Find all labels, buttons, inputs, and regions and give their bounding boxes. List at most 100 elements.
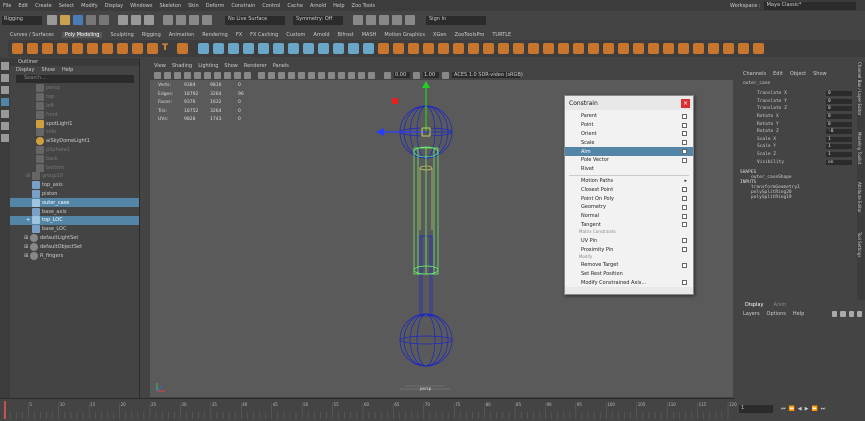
constrain-pole-vector[interactable]: Pole Vector: [565, 156, 693, 165]
snap-point-icon[interactable]: [189, 15, 199, 25]
edit-menu[interactable]: Edit: [773, 71, 783, 77]
viewport-menu-show[interactable]: Show: [224, 63, 238, 69]
bevel-icon[interactable]: [408, 43, 419, 54]
insert-edge-icon[interactable]: [588, 43, 599, 54]
type-tool-icon[interactable]: T: [162, 43, 173, 54]
snap-curve-icon[interactable]: [176, 15, 186, 25]
shelf-tab-xgen[interactable]: XGen: [433, 32, 447, 38]
shelf-tab-poly-modeling[interactable]: Poly Modeling: [61, 31, 103, 38]
uv-editor-icon[interactable]: [663, 43, 674, 54]
close-icon[interactable]: ×: [681, 98, 690, 108]
outliner-item-psphere1[interactable]: pSphere1: [10, 145, 139, 155]
menu-deform[interactable]: Deform: [206, 3, 225, 9]
grid-icon[interactable]: [194, 71, 201, 79]
menu-modify[interactable]: Modify: [81, 3, 98, 9]
scale-tool-icon[interactable]: [1, 122, 9, 130]
svg-tool-icon[interactable]: [177, 43, 188, 54]
wedge-icon[interactable]: [453, 43, 464, 54]
ambient-occlusion-icon[interactable]: [318, 71, 325, 79]
constrain-orient[interactable]: Orient: [565, 130, 693, 139]
color-management-icon[interactable]: [442, 71, 449, 79]
paint-select-tool-icon[interactable]: [1, 86, 9, 94]
channel-value[interactable]: 1: [826, 144, 852, 150]
wireframe-icon[interactable]: [258, 71, 265, 79]
rotate-tool-icon[interactable]: [1, 110, 9, 118]
reduce-icon[interactable]: [363, 43, 374, 54]
slide-edge-icon[interactable]: [633, 43, 644, 54]
side-tab-channel-box[interactable]: Channel Box / Layer Editor: [857, 62, 862, 132]
shelf-tab-fx[interactable]: FX: [236, 32, 242, 38]
outliner-item-default-light-set[interactable]: ⊞ defaultLightSet: [10, 233, 139, 243]
option-box[interactable]: [682, 113, 687, 119]
xray-joints-icon[interactable]: [368, 71, 375, 79]
constrain-point-on-poly[interactable]: Point On Poly: [565, 194, 693, 203]
channel-translate-y[interactable]: Translate Y 0: [757, 98, 852, 106]
shelf-tab-custom[interactable]: Custom: [286, 32, 305, 38]
detach-icon[interactable]: [513, 43, 524, 54]
outliner-item-base-axis[interactable]: base_axis: [10, 207, 139, 216]
viewport-menu-lighting[interactable]: Lighting: [198, 63, 218, 69]
channel-value[interactable]: on: [826, 159, 852, 165]
outliner-item-left[interactable]: left: [10, 101, 139, 111]
menu-create[interactable]: Create: [35, 3, 52, 9]
textured-icon[interactable]: [288, 71, 295, 79]
shelf-tab-fx-caching[interactable]: FX Caching: [250, 32, 278, 38]
symmetry-field[interactable]: Symmetry: Off: [293, 15, 343, 25]
constrain-geometry[interactable]: Geometry: [565, 203, 693, 212]
gate-mask-icon[interactable]: [224, 71, 231, 79]
option-box[interactable]: [682, 204, 687, 210]
quad-draw-icon[interactable]: [618, 43, 629, 54]
super-shape-icon[interactable]: [132, 43, 143, 54]
outliner-item-back[interactable]: back: [10, 154, 139, 163]
constrain-motion-paths[interactable]: Motion Paths ▸: [565, 177, 693, 186]
constrain-scale[interactable]: Scale: [565, 138, 693, 147]
constrain-uv-pin[interactable]: UV Pin: [565, 236, 693, 245]
boolean-difference-icon[interactable]: [258, 43, 269, 54]
channel-value[interactable]: 1: [826, 136, 852, 142]
collapse-icon[interactable]: [483, 43, 494, 54]
outliner-item-spotlight1[interactable]: spotLight1: [10, 119, 139, 128]
workspace-dropdown[interactable]: Maya Classic*: [763, 1, 856, 10]
motion-blur-icon[interactable]: [328, 71, 335, 79]
outliner-item-skydome[interactable]: aiSkyDomeLight1: [10, 137, 139, 146]
gamma-field[interactable]: 1.00: [423, 72, 439, 78]
shadows-icon[interactable]: [308, 71, 315, 79]
poly-cone-icon[interactable]: [57, 43, 68, 54]
shelf-tab-rendering[interactable]: Rendering: [202, 32, 228, 38]
menu-cache[interactable]: Cache: [287, 3, 303, 9]
input-node[interactable]: polySplitRing19: [737, 195, 855, 200]
layer-tab-display[interactable]: Display: [745, 302, 763, 308]
go-to-end-icon[interactable]: ⏭: [821, 406, 826, 412]
outliner-item-piston[interactable]: piston: [10, 189, 139, 199]
option-box[interactable]: [682, 213, 687, 219]
option-box[interactable]: [682, 262, 687, 268]
channel-rotate-y[interactable]: Rotate Y 0: [757, 120, 852, 128]
channel-translate-x[interactable]: Translate X 0: [757, 90, 852, 98]
remesh-icon[interactable]: [318, 43, 329, 54]
offset-edge-icon[interactable]: [603, 43, 614, 54]
channel-scale-x[interactable]: Scale X 1: [757, 136, 852, 144]
step-back-icon[interactable]: ⏪: [789, 406, 795, 412]
isolate-select-icon[interactable]: [348, 71, 355, 79]
poly-sphere-icon[interactable]: [12, 43, 23, 54]
channel-visibility[interactable]: Visibility on: [757, 158, 852, 166]
shelf-tab-zootoolspro[interactable]: ZooToolsPro: [455, 32, 485, 38]
move-layer-up-icon[interactable]: [832, 310, 838, 317]
constrain-modify-axis[interactable]: Modify Constrained Axis...: [565, 279, 693, 288]
poly-plane-icon[interactable]: [87, 43, 98, 54]
fill-hole-icon[interactable]: [348, 43, 359, 54]
outliner-item-default-object-set[interactable]: ⊞ defaultObjectSet: [10, 242, 139, 251]
snap-grid-icon[interactable]: [163, 15, 173, 25]
outliner-item-group10[interactable]: ⊞ group10: [10, 172, 139, 181]
current-frame-marker[interactable]: [4, 401, 6, 419]
select-tool-icon[interactable]: [1, 62, 9, 70]
edge-loop-icon[interactable]: [573, 43, 584, 54]
layer-menu-options[interactable]: Options: [767, 311, 786, 317]
ipr-render-icon[interactable]: [366, 15, 376, 25]
multi-cut-icon[interactable]: [558, 43, 569, 54]
option-box[interactable]: [682, 149, 687, 155]
retopologize-icon[interactable]: [333, 43, 344, 54]
channel-scale-z[interactable]: Scale Z 1: [757, 151, 852, 159]
sign-in-button[interactable]: Sign In: [426, 15, 486, 25]
gamma-icon[interactable]: [413, 71, 420, 79]
